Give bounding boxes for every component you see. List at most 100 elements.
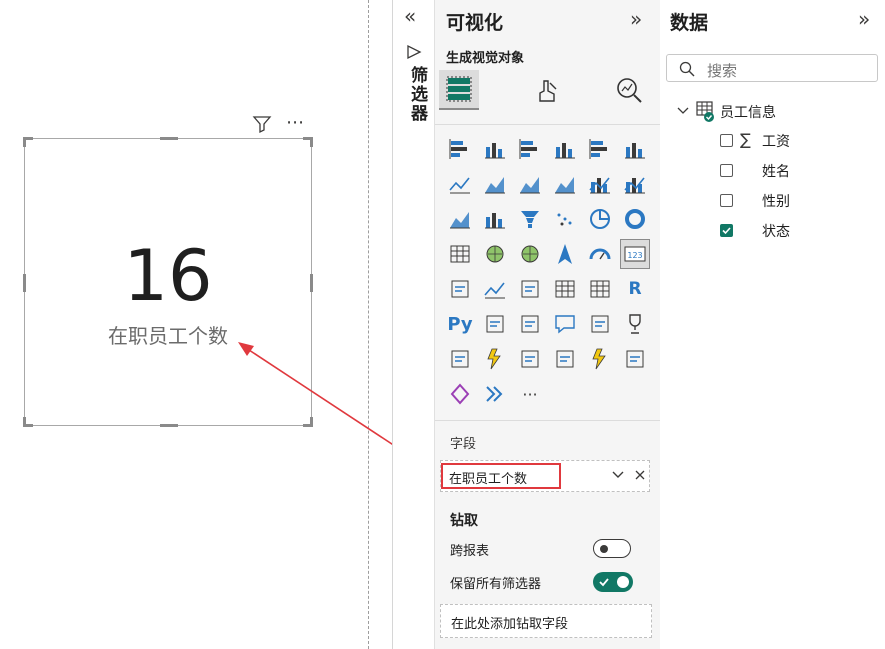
keep-all-filters-label: 保留所有筛选器 — [450, 577, 542, 592]
field-label: 工资 — [762, 134, 790, 150]
more-visuals-icon[interactable]: ··· — [515, 379, 545, 409]
clustered-bar-chart-icon[interactable] — [515, 134, 545, 164]
matrix-icon[interactable] — [585, 274, 615, 304]
field-pill-active-employee-count[interactable]: 在职员工个数 — [441, 463, 561, 489]
analytics-magnifier-icon — [617, 78, 642, 103]
field-checkbox[interactable] — [720, 194, 733, 207]
divider — [435, 420, 660, 421]
scatter-chart-icon[interactable] — [550, 204, 580, 234]
new-card-icon[interactable] — [550, 344, 580, 374]
power-apps-icon[interactable] — [480, 344, 510, 374]
data-pane: 数据 » 搜索 员工信息 ∑ 工资 姓名 性别 状态 — [660, 0, 885, 649]
format-brush-icon — [539, 80, 557, 102]
qa-icon[interactable] — [550, 309, 580, 339]
multi-row-card-icon[interactable] — [445, 274, 475, 304]
tab-format-visual[interactable] — [527, 70, 567, 110]
table-icon[interactable] — [550, 274, 580, 304]
waterfall-chart-icon[interactable] — [480, 204, 510, 234]
filters-pane-collapsed[interactable]: « 筛选器 — [392, 0, 435, 649]
line-and-clustered-column-chart-icon[interactable] — [620, 169, 650, 199]
field-row-gender[interactable]: 性别 — [720, 191, 870, 213]
tab-analytics[interactable] — [609, 70, 649, 110]
field-label: 性别 — [762, 194, 790, 210]
chevron-down-icon[interactable] — [611, 467, 625, 485]
ribbon-chart-icon[interactable] — [445, 204, 475, 234]
kpi-icon[interactable] — [480, 274, 510, 304]
new-slicer-icon[interactable] — [585, 344, 615, 374]
check-icon — [722, 227, 731, 235]
field-checkbox-checked[interactable] — [720, 224, 733, 237]
azure-map-icon[interactable] — [550, 239, 580, 269]
fields-well-label: 字段 — [450, 437, 477, 452]
drill-through-well[interactable]: 在此处添加钻取字段 — [440, 604, 652, 638]
100-stacked-area-chart-icon[interactable] — [550, 169, 580, 199]
python-visual-icon[interactable]: Py — [445, 309, 475, 339]
filters-pane-title[interactable]: 筛选器 — [405, 66, 430, 123]
100-stacked-column-chart-icon[interactable] — [620, 134, 650, 164]
data-pane-title: 数据 — [670, 12, 709, 34]
100-stacked-bar-chart-icon[interactable] — [585, 134, 615, 164]
stacked-column-chart-icon[interactable] — [480, 134, 510, 164]
stacked-bar-chart-icon[interactable] — [445, 134, 475, 164]
sigma-icon: ∑ — [740, 130, 751, 149]
r-visual-icon[interactable]: R — [620, 274, 650, 304]
field-label: 状态 — [762, 224, 790, 240]
decomposition-tree-icon[interactable] — [515, 309, 545, 339]
collapse-filters-icon[interactable]: « — [404, 6, 416, 26]
map-icon[interactable] — [480, 239, 510, 269]
toggle-knob — [617, 576, 629, 588]
build-visual-icon — [446, 76, 472, 102]
field-row-salary[interactable]: ∑ 工资 — [720, 130, 870, 153]
smart-narrative-icon[interactable] — [585, 309, 615, 339]
visualizations-pane: 可视化 » 生成视觉对象 123 R Py ··· 字段 钻取 跨报表 保留所有… — [434, 0, 661, 649]
paginated-report-icon[interactable] — [445, 344, 475, 374]
cross-report-label: 跨报表 — [450, 544, 490, 559]
build-visual-subtitle: 生成视觉对象 — [446, 51, 525, 66]
remove-field-icon[interactable] — [633, 467, 647, 486]
tab-build-visual[interactable] — [439, 70, 479, 110]
line-and-stacked-column-chart-icon[interactable] — [585, 169, 615, 199]
power-automate-2-icon[interactable] — [480, 379, 510, 409]
gauge-icon[interactable] — [585, 239, 615, 269]
stacked-area-chart-icon[interactable] — [515, 169, 545, 199]
drill-through-placeholder: 在此处添加钻取字段 — [451, 617, 569, 632]
field-pill-label: 在职员工个数 — [449, 472, 528, 487]
chevron-down-icon[interactable] — [676, 103, 690, 122]
donut-chart-icon[interactable] — [620, 204, 650, 234]
card-icon[interactable]: 123 — [620, 239, 650, 269]
field-row-status[interactable]: 状态 — [720, 221, 870, 243]
divider — [435, 124, 660, 125]
keep-all-filters-toggle[interactable] — [593, 572, 633, 592]
cross-report-toggle[interactable] — [593, 539, 631, 558]
area-chart-icon[interactable] — [480, 169, 510, 199]
visualizations-pane-title: 可视化 — [446, 12, 504, 34]
drill-through-title: 钻取 — [450, 513, 478, 529]
filled-map-icon[interactable] — [515, 239, 545, 269]
funnel-chart-icon[interactable] — [515, 204, 545, 234]
search-icon — [679, 61, 695, 81]
clustered-column-chart-icon[interactable] — [550, 134, 580, 164]
table-name[interactable]: 员工信息 — [720, 102, 776, 122]
search-placeholder: 搜索 — [707, 62, 738, 80]
field-label: 姓名 — [762, 164, 790, 180]
slicer-icon[interactable] — [515, 274, 545, 304]
power-apps-2-icon[interactable] — [445, 379, 475, 409]
treemap-icon[interactable] — [445, 239, 475, 269]
field-row-name[interactable]: 姓名 — [720, 161, 870, 183]
narrative-icon[interactable] — [620, 344, 650, 374]
filter-pane-icon — [406, 44, 422, 64]
expand-visualizations-icon[interactable]: » — [630, 9, 642, 29]
pie-chart-icon[interactable] — [585, 204, 615, 234]
field-checkbox[interactable] — [720, 134, 733, 147]
line-chart-icon[interactable] — [445, 169, 475, 199]
toggle-knob — [600, 545, 608, 553]
search-input[interactable]: 搜索 — [666, 54, 878, 82]
goals-icon[interactable] — [620, 309, 650, 339]
power-automate-icon[interactable] — [515, 344, 545, 374]
svg-text:123: 123 — [627, 251, 642, 260]
key-influencers-icon[interactable] — [480, 309, 510, 339]
field-checkbox[interactable] — [720, 164, 733, 177]
expand-data-icon[interactable]: » — [858, 9, 870, 29]
table-icon — [696, 101, 716, 127]
check-icon — [599, 578, 609, 587]
